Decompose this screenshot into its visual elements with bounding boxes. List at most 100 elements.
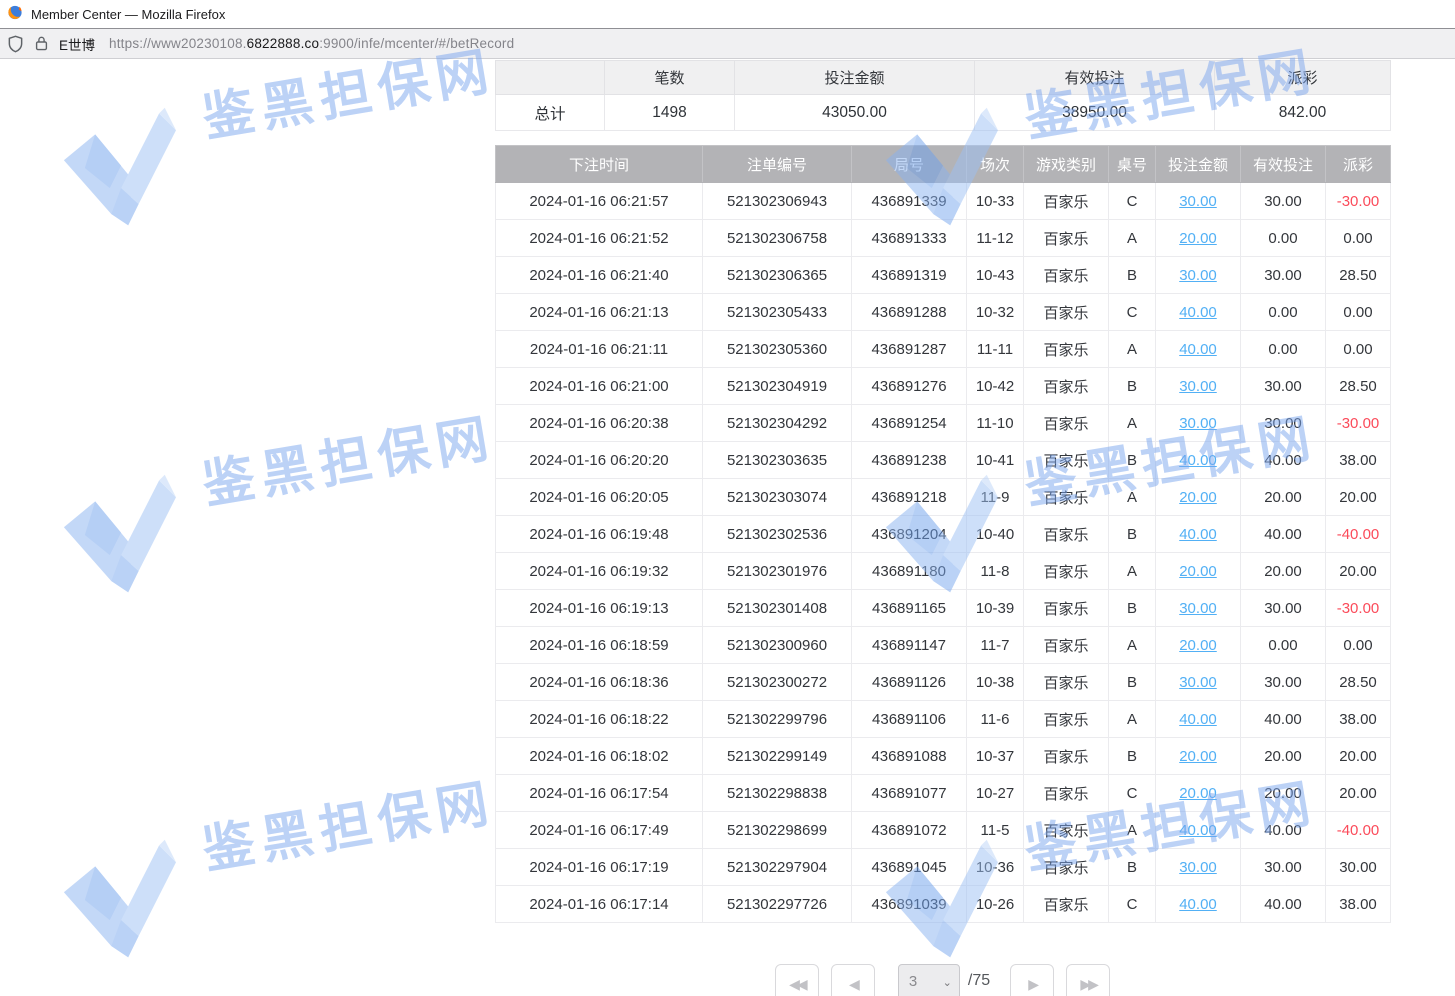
page-select[interactable]: 3 bbox=[898, 964, 960, 996]
round-number-cell: 436891238 bbox=[852, 442, 967, 479]
site-identity-label[interactable]: E世博 bbox=[59, 34, 95, 54]
right-arrow-icon: ▶ bbox=[1028, 977, 1036, 993]
watermark-logo-icon bbox=[53, 827, 193, 967]
table-row: 2024-01-16 06:21:00521302304919436891276… bbox=[496, 368, 1391, 405]
lock-icon[interactable] bbox=[34, 35, 49, 52]
payout-cell: -30.00 bbox=[1326, 590, 1391, 627]
bet-time-cell: 2024-01-16 06:19:48 bbox=[496, 516, 703, 553]
bet-amount-link[interactable]: 40.00 bbox=[1179, 304, 1217, 321]
table-number-cell: A bbox=[1109, 701, 1156, 738]
double-right-arrow-icon: ▶▶ bbox=[1080, 977, 1096, 993]
session-cell: 10-32 bbox=[967, 294, 1024, 331]
game-type-cell: 百家乐 bbox=[1024, 627, 1109, 664]
table-row: 2024-01-16 06:21:11521302305360436891287… bbox=[496, 331, 1391, 368]
table-row: 2024-01-16 06:18:22521302299796436891106… bbox=[496, 701, 1391, 738]
table-number-cell: A bbox=[1109, 627, 1156, 664]
bet-amount-link[interactable]: 30.00 bbox=[1179, 378, 1217, 395]
table-row: 2024-01-16 06:18:59521302300960436891147… bbox=[496, 627, 1391, 664]
summary-header-blank bbox=[496, 61, 605, 95]
left-arrow-icon: ◀ bbox=[849, 977, 857, 993]
slip-number-cell: 521302305360 bbox=[703, 331, 852, 368]
bet-time-cell: 2024-01-16 06:19:32 bbox=[496, 553, 703, 590]
shield-icon[interactable] bbox=[7, 35, 24, 53]
summary-table: 笔数 投注金额 有效投注 派彩 总计 1498 43050.00 38950.0… bbox=[495, 60, 1391, 131]
bet-amount-link[interactable]: 20.00 bbox=[1179, 489, 1217, 506]
bet-amount-link[interactable]: 40.00 bbox=[1179, 822, 1217, 839]
bet-amount-cell: 30.00 bbox=[1156, 590, 1241, 627]
slip-number-cell: 521302306943 bbox=[703, 183, 852, 220]
payout-cell: -30.00 bbox=[1326, 405, 1391, 442]
table-row: 2024-01-16 06:19:32521302301976436891180… bbox=[496, 553, 1391, 590]
bet-time-cell: 2024-01-16 06:21:40 bbox=[496, 257, 703, 294]
slip-number-cell: 521302303635 bbox=[703, 442, 852, 479]
bet-amount-link[interactable]: 40.00 bbox=[1179, 526, 1217, 543]
bet-amount-link[interactable]: 20.00 bbox=[1179, 748, 1217, 765]
bet-amount-link[interactable]: 20.00 bbox=[1179, 785, 1217, 802]
table-row: 2024-01-16 06:17:14521302297726436891039… bbox=[496, 886, 1391, 923]
table-number-cell: A bbox=[1109, 220, 1156, 257]
bet-amount-link[interactable]: 20.00 bbox=[1179, 637, 1217, 654]
slip-number-cell: 521302306758 bbox=[703, 220, 852, 257]
bet-amount-link[interactable]: 40.00 bbox=[1179, 452, 1217, 469]
session-cell: 10-43 bbox=[967, 257, 1024, 294]
watermark: 鉴黑担保网 bbox=[49, 754, 509, 967]
next-page-button[interactable]: ▶ bbox=[1010, 964, 1054, 996]
bet-amount-cell: 20.00 bbox=[1156, 775, 1241, 812]
slip-number-cell: 521302303074 bbox=[703, 479, 852, 516]
url-suffix: :9900/infe/mcenter/#/betRecord bbox=[319, 36, 514, 51]
url-text[interactable]: https://www20230108.6822888.co:9900/infe… bbox=[109, 36, 514, 51]
valid-bet-cell: 20.00 bbox=[1241, 738, 1326, 775]
bet-amount-link[interactable]: 40.00 bbox=[1179, 896, 1217, 913]
valid-bet-cell: 20.00 bbox=[1241, 775, 1326, 812]
bet-record-table: 下注时间注单编号局号场次游戏类别桌号投注金额有效投注派彩 2024-01-16 … bbox=[495, 145, 1391, 923]
payout-cell: -40.00 bbox=[1326, 516, 1391, 553]
slip-number-cell: 521302297726 bbox=[703, 886, 852, 923]
bet-time-cell: 2024-01-16 06:20:20 bbox=[496, 442, 703, 479]
valid-bet-cell: 30.00 bbox=[1241, 405, 1326, 442]
last-page-button[interactable]: ▶▶ bbox=[1066, 964, 1110, 996]
game-type-cell: 百家乐 bbox=[1024, 516, 1109, 553]
bet-amount-cell: 30.00 bbox=[1156, 664, 1241, 701]
firefox-icon bbox=[7, 4, 23, 25]
session-cell: 10-33 bbox=[967, 183, 1024, 220]
session-cell: 11-7 bbox=[967, 627, 1024, 664]
table-number-cell: B bbox=[1109, 738, 1156, 775]
bet-amount-link[interactable]: 40.00 bbox=[1179, 711, 1217, 728]
bet-amount-link[interactable]: 30.00 bbox=[1179, 415, 1217, 432]
summary-header-valid-bet: 有效投注 bbox=[975, 61, 1215, 95]
round-number-cell: 436891077 bbox=[852, 775, 967, 812]
slip-number-cell: 521302306365 bbox=[703, 257, 852, 294]
prev-page-button[interactable]: ◀ bbox=[831, 964, 875, 996]
table-number-cell: B bbox=[1109, 257, 1156, 294]
address-bar[interactable]: E世博 https://www20230108.6822888.co:9900/… bbox=[0, 28, 1455, 59]
round-number-cell: 436891333 bbox=[852, 220, 967, 257]
slip-number-cell: 521302304919 bbox=[703, 368, 852, 405]
bet-amount-link[interactable]: 40.00 bbox=[1179, 341, 1217, 358]
payout-cell: 20.00 bbox=[1326, 479, 1391, 516]
bet-amount-link[interactable]: 30.00 bbox=[1179, 600, 1217, 617]
summary-total-valid-bet: 38950.00 bbox=[975, 95, 1215, 131]
round-number-cell: 436891288 bbox=[852, 294, 967, 331]
bet-time-cell: 2024-01-16 06:18:59 bbox=[496, 627, 703, 664]
bet-amount-link[interactable]: 30.00 bbox=[1179, 267, 1217, 284]
table-row: 2024-01-16 06:21:40521302306365436891319… bbox=[496, 257, 1391, 294]
bet-amount-link[interactable]: 20.00 bbox=[1179, 563, 1217, 580]
bet-amount-link[interactable]: 20.00 bbox=[1179, 230, 1217, 247]
game-type-cell: 百家乐 bbox=[1024, 257, 1109, 294]
session-cell: 11-10 bbox=[967, 405, 1024, 442]
game-type-cell: 百家乐 bbox=[1024, 590, 1109, 627]
summary-total-payout: 842.00 bbox=[1215, 95, 1391, 131]
bet-amount-link[interactable]: 30.00 bbox=[1179, 674, 1217, 691]
bet-amount-link[interactable]: 30.00 bbox=[1179, 859, 1217, 876]
table-row: 2024-01-16 06:18:36521302300272436891126… bbox=[496, 664, 1391, 701]
slip-number-cell: 521302305433 bbox=[703, 294, 852, 331]
session-cell: 10-38 bbox=[967, 664, 1024, 701]
payout-cell: 20.00 bbox=[1326, 775, 1391, 812]
session-cell: 10-40 bbox=[967, 516, 1024, 553]
first-page-button[interactable]: ◀◀ bbox=[775, 964, 819, 996]
valid-bet-cell: 40.00 bbox=[1241, 886, 1326, 923]
page-select-wrap: 3 ⌄ bbox=[898, 964, 960, 996]
table-row: 2024-01-16 06:17:54521302298838436891077… bbox=[496, 775, 1391, 812]
session-cell: 10-36 bbox=[967, 849, 1024, 886]
bet-amount-link[interactable]: 30.00 bbox=[1179, 193, 1217, 210]
